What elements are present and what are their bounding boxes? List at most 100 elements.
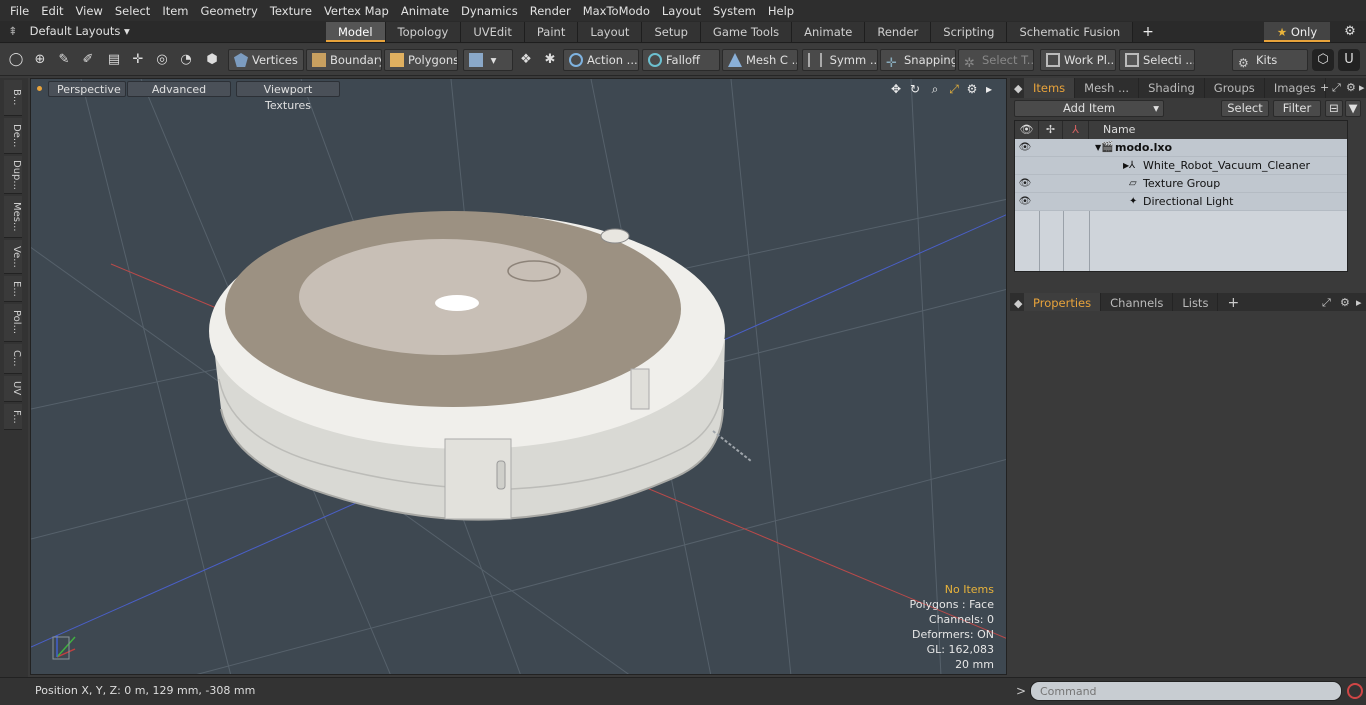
lock-col-icon[interactable]: ✢ [1039,121,1063,139]
menu-layout[interactable]: Layout [656,4,707,18]
3d-viewport[interactable]: Perspective Advanced Viewport Textures ✥… [30,78,1007,675]
tab-topology[interactable]: Topology [385,22,462,42]
item-row[interactable]: ▶ ⅄ White_Robot_Vacuum_Cleaner [1015,157,1347,175]
add-tab-icon[interactable]: + [1133,22,1163,42]
only-button[interactable]: ★ Only [1264,22,1330,42]
side-tab-2[interactable]: Dup... [4,156,22,194]
menu-geometry[interactable]: Geometry [195,4,264,18]
select-through-button[interactable]: ✲ Select T... [958,49,1034,71]
zoom-icon[interactable]: ⌕ [927,81,943,97]
tab-render[interactable]: Render [865,22,932,42]
viewport-textures-button[interactable]: Viewport Textures [236,81,340,112]
item-row[interactable]: 👁 ▱ Texture Group [1015,175,1347,193]
visibility-eye-icon[interactable]: 👁 [1017,193,1033,211]
rotate-icon[interactable]: ◔ [175,49,197,71]
menu-dynamics[interactable]: Dynamics [455,4,524,18]
transform-icon[interactable]: ✛ [127,49,149,71]
visibility-col-icon[interactable]: 👁 [1015,121,1039,139]
tab-animate[interactable]: Animate [792,22,866,42]
orbit-icon[interactable]: ↻ [907,81,923,97]
side-tab-4[interactable]: Ve... [4,240,22,274]
mesh-constraint-button[interactable]: Mesh C ... [722,49,798,71]
globe-icon[interactable]: ⊕ [29,49,51,71]
work-plane-button[interactable]: Work Pl... [1040,49,1116,71]
boundary-button[interactable]: Boundary [306,49,382,71]
item-mode-button[interactable]: ▾ [463,49,513,71]
workplane-toggle-icon[interactable]: ✱ [539,49,561,71]
side-tab-6[interactable]: Pol... [4,304,22,342]
properties-tab-0[interactable]: Properties [1024,293,1102,313]
kits-button[interactable]: ⚙ Kits [1232,49,1308,71]
items-tab-0[interactable]: Items [1024,78,1076,98]
items-tab-3[interactable]: Groups [1205,78,1265,98]
vertices-button[interactable]: Vertices [228,49,304,71]
panel-pop-icon[interactable]: ⤢ [1322,293,1331,313]
menu-edit[interactable]: Edit [35,4,69,18]
side-tab-1[interactable]: De... [4,118,22,154]
record-icon[interactable] [1347,683,1363,699]
properties-tab-2[interactable]: Lists [1173,293,1219,313]
tab-uvedit[interactable]: UVEdit [461,22,525,42]
snapping-button[interactable]: ✛ Snapping [880,49,956,71]
gear-icon[interactable]: ⚙ [1340,22,1360,42]
brush-icon[interactable]: ✐ [77,49,99,71]
pen-icon[interactable]: ✎ [53,49,75,71]
side-tab-0[interactable]: B... [4,80,22,116]
add-item-button[interactable]: Add Item ▾ [1014,100,1164,117]
polygons-button[interactable]: Polygons [384,49,458,71]
visibility-eye-icon[interactable]: 👁 [1017,175,1033,193]
panel-add-icon[interactable]: + [1320,78,1329,98]
items-tab-1[interactable]: Mesh ... [1075,78,1140,98]
side-tab-9[interactable]: F... [4,404,22,430]
side-tab-8[interactable]: UV [4,376,22,402]
tab-setup[interactable]: Setup [642,22,701,42]
item-row[interactable]: 👁 ✦ Directional Light [1015,193,1347,211]
action-button[interactable]: Action ... [563,49,639,71]
advanced-button[interactable]: Advanced [127,81,231,97]
side-tab-5[interactable]: E... [4,276,22,302]
tab-model[interactable]: Model [326,22,386,42]
panel-pop-icon[interactable]: ⤢ [1332,78,1341,98]
item-row[interactable]: 👁 ▼ 🎬 modo.lxo [1015,139,1347,157]
side-tab-3[interactable]: Mes... [4,196,22,238]
items-tab-4[interactable]: Images [1265,78,1326,98]
panel-gear-icon[interactable]: ⚙ [1340,293,1350,313]
menu-view[interactable]: View [70,4,109,18]
unreal-icon[interactable]: U [1338,49,1360,71]
pan-icon[interactable]: ✥ [888,81,904,97]
snap-toggle-icon[interactable]: ❖ [515,49,537,71]
panel-arrow-icon[interactable]: ▸ [1356,293,1362,313]
align-icon[interactable]: ▤ [103,49,125,71]
menu-system[interactable]: System [707,4,762,18]
tab-schematic-fusion[interactable]: Schematic Fusion [1007,22,1134,42]
menu-vertex-map[interactable]: Vertex Map [318,4,395,18]
perspective-button[interactable]: Perspective [48,81,126,97]
panel-menu-icon[interactable]: ◆ [1010,82,1024,95]
menu-texture[interactable]: Texture [264,4,318,18]
tab-layout[interactable]: Layout [578,22,643,42]
menu-file[interactable]: File [4,4,35,18]
menu-help[interactable]: Help [762,4,800,18]
layout-selector[interactable]: ⇞ Default Layouts ▾ [8,24,130,38]
menu-maxtomodo[interactable]: MaxToModo [577,4,656,18]
panel-arrow-icon[interactable]: ▸ [1359,78,1365,98]
selection-sets-button[interactable]: Selecti ... [1119,49,1195,71]
viewport-expand-icon[interactable]: ▸ [981,81,997,97]
properties-tab-1[interactable]: Channels [1101,293,1174,313]
menu-render[interactable]: Render [524,4,577,18]
tab-paint[interactable]: Paint [524,22,579,42]
menu-item[interactable]: Item [156,4,194,18]
filter-button[interactable]: Filter [1273,100,1321,117]
collapse-icon[interactable]: ⊟ [1325,100,1343,117]
name-column-header[interactable]: Name [1089,121,1347,139]
falloff-button[interactable]: Falloff [642,49,720,71]
add-panel-tab-icon[interactable]: + [1218,293,1248,313]
tab-scripting[interactable]: Scripting [931,22,1008,42]
element-icon[interactable]: ◎ [151,49,173,71]
symmetry-button[interactable]: Symm ... [802,49,878,71]
maximize-icon[interactable]: ⤢ [946,81,962,97]
tab-game-tools[interactable]: Game Tools [700,22,793,42]
filter-funnel-icon[interactable]: ▼ [1345,100,1361,117]
panel-gear-icon[interactable]: ⚙ [1346,78,1356,98]
viewport-menu-dot[interactable] [37,86,42,91]
